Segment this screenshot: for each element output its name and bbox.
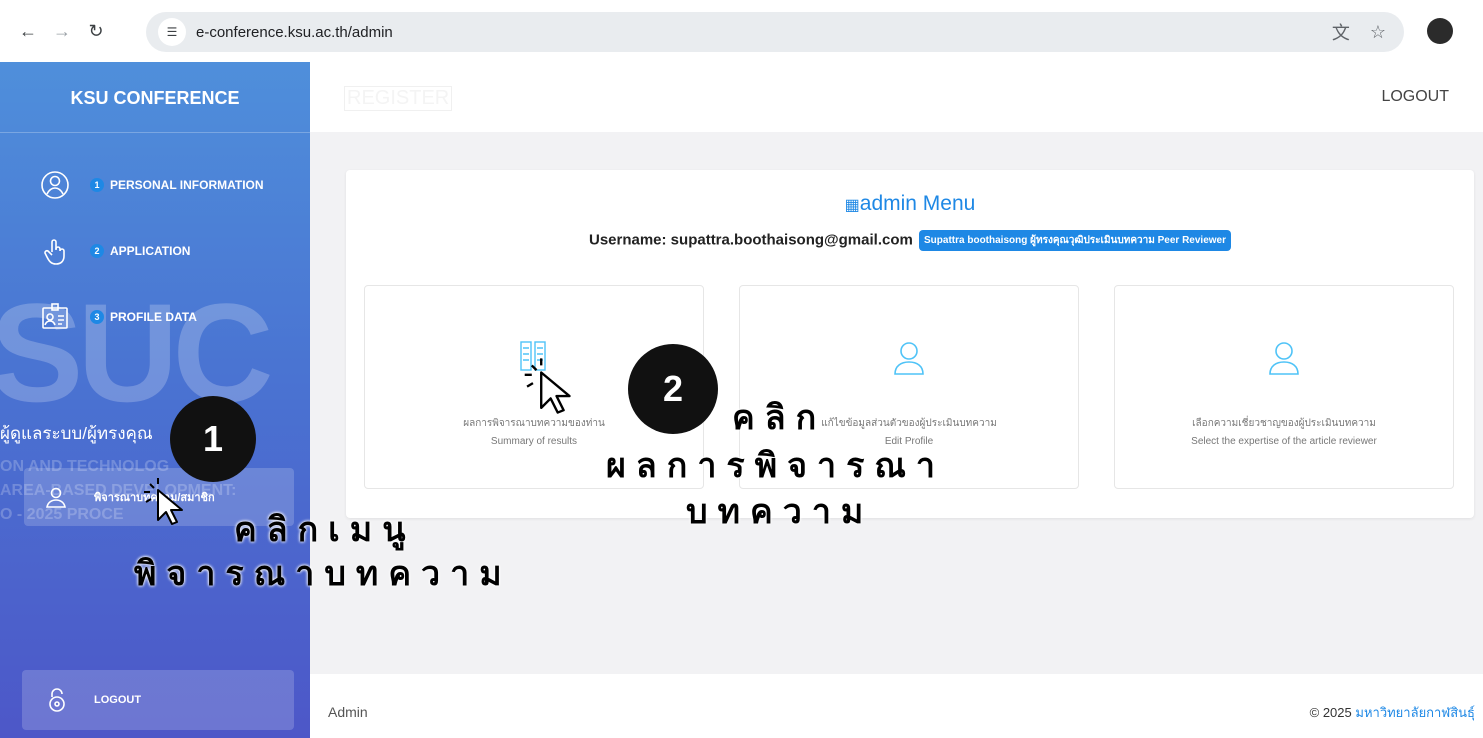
step-number: 2: [90, 244, 104, 258]
id-card-icon: [42, 303, 68, 329]
sidebar-divider: [0, 132, 310, 133]
username-row: Username: supattra.boothaisong@gmail.com…: [346, 230, 1474, 251]
step-1-instruction: คลิกเมนู: [234, 511, 416, 549]
reload-icon[interactable]: ↻: [82, 17, 110, 45]
sidebar: SUC KSU CONFERENCE 1 PERSONAL INFORMATIO…: [0, 62, 310, 738]
lock-icon: [49, 688, 65, 712]
profile-avatar[interactable]: [1427, 18, 1453, 44]
copyright-text: © 2025: [1309, 705, 1352, 720]
step-2-instruction: บทความ: [686, 493, 874, 531]
grid-icon: ▦: [844, 197, 860, 214]
step-number: 3: [90, 310, 104, 324]
sidebar-logout-button[interactable]: LOGOUT: [22, 670, 294, 730]
sidebar-item-personal-information[interactable]: 1 PERSONAL INFORMATION: [40, 170, 264, 200]
sidebar-item-label: PERSONAL INFORMATION: [110, 178, 264, 192]
sidebar-item-label: PROFILE DATA: [110, 310, 197, 324]
top-navbar: REGISTER LOGOUT: [310, 62, 1483, 132]
card-select-expertise[interactable]: เลือกความเชี่ยวชาญของผู้ประเมินบทความ Se…: [1114, 285, 1454, 489]
card-title-th: เลือกความเชี่ยวชาญของผู้ประเมินบทความ: [1192, 418, 1376, 429]
logout-label: LOGOUT: [94, 694, 142, 706]
arrow-right-icon[interactable]: →: [48, 17, 76, 45]
sidebar-title: KSU CONFERENCE: [70, 88, 240, 108]
sidebar-item-profile-data[interactable]: 3 PROFILE DATA: [40, 302, 197, 332]
user-icon: [894, 342, 924, 375]
role-badge: Supattra boothaisong ผู้ทรงคุณวุฒิประเมิ…: [919, 230, 1231, 251]
register-link[interactable]: REGISTER: [344, 86, 453, 111]
sidebar-item-label: APPLICATION: [110, 244, 191, 258]
star-icon[interactable]: ☆: [1370, 22, 1386, 43]
user-circle-icon: [41, 171, 69, 199]
top-logout-link[interactable]: LOGOUT: [1381, 88, 1449, 106]
username-label: Username: supattra.boothaisong@gmail.com: [588, 231, 913, 249]
footer-copyright: © 2025 มหาวิทยาลัยกาฬสินธุ์: [1310, 702, 1475, 723]
browser-toolbar: ← → ↻ ☰ e-conference.ksu.ac.th/admin 文 ☆: [0, 0, 1483, 62]
cursor-pointer-icon: [524, 358, 571, 414]
sidebar-item-application[interactable]: 2 APPLICATION: [40, 236, 190, 266]
sidebar-section-label: ผู้ดูแลระบบ/ผู้ทรงคุณ: [0, 424, 153, 443]
footer-admin-label: Admin: [328, 704, 368, 720]
footer: Admin © 2025 มหาวิทยาลัยกาฬสินธุ์: [310, 674, 1483, 738]
card-title-en: Select the expertise of the article revi…: [1191, 436, 1377, 447]
address-bar[interactable]: ☰ e-conference.ksu.ac.th/admin 文 ☆: [146, 12, 1404, 52]
university-link[interactable]: มหาวิทยาลัยกาฬสินธุ์: [1355, 705, 1475, 720]
pointer-hand-icon: [44, 239, 65, 265]
cursor-pointer-icon: [144, 478, 183, 525]
translate-icon[interactable]: 文: [1332, 19, 1350, 45]
user-icon: [1269, 342, 1299, 375]
step-1-instruction: พิจารณาบทความ: [134, 555, 512, 593]
step-number: 1: [90, 178, 104, 192]
page-title: ▦admin Menu: [346, 192, 1474, 216]
page-title-text: admin Menu: [859, 192, 976, 215]
step-2-marker: 2: [628, 344, 718, 434]
url-text: e-conference.ksu.ac.th/admin: [196, 23, 393, 41]
site-info-icon[interactable]: ☰: [158, 18, 186, 46]
step-2-instruction: คลิก: [732, 399, 827, 437]
arrow-left-icon[interactable]: ←: [14, 17, 42, 45]
main-content: REGISTER LOGOUT ▦admin Menu Username: su…: [310, 62, 1483, 738]
step-1-marker: 1: [170, 396, 256, 482]
user-icon: [46, 487, 66, 508]
step-2-instruction: ผลการพิจารณา: [606, 447, 946, 485]
